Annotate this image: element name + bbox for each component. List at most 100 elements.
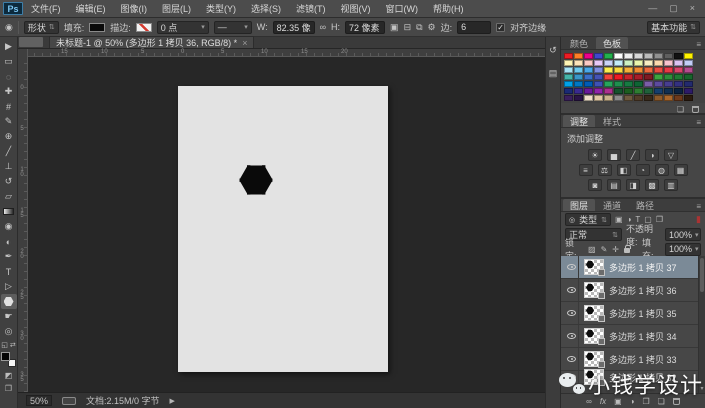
color-swatch[interactable] [614,88,623,94]
color-swatch[interactable] [674,74,683,80]
swap-colors-icon[interactable]: ⇄ [10,341,16,349]
color-swatch[interactable] [574,53,583,59]
layer-row[interactable]: 多边形 1 拷贝 37 [561,256,705,279]
tool-mode-select[interactable]: 形状 ⇅ [24,21,59,34]
color-swatch[interactable] [654,60,663,66]
layer-name[interactable]: 多边形 1 拷贝 36 [609,284,677,297]
color-swatch[interactable] [634,95,643,101]
color-swatch[interactable] [644,67,653,73]
color-swatch[interactable] [664,67,673,73]
selective-color-icon[interactable]: ▥ [664,179,678,191]
menu-item-2[interactable]: 图像(I) [121,2,148,15]
color-swatch[interactable] [654,81,663,87]
marquee-tool[interactable]: ▭ [1,54,17,69]
color-swatch[interactable] [664,88,673,94]
visibility-cell[interactable] [565,302,579,324]
color-swatch[interactable] [634,81,643,87]
eye-icon[interactable] [567,333,576,339]
brightness-contrast-icon[interactable]: ☀ [588,149,602,161]
color-swatch[interactable] [674,53,683,59]
blur-tool[interactable]: ◉ [1,219,17,234]
color-swatch[interactable] [634,88,643,94]
color-swatch[interactable] [684,74,693,80]
layer-thumbnail[interactable] [584,351,604,367]
healing-brush-tool[interactable]: ⊕ [1,129,17,144]
color-swatch[interactable] [684,95,693,101]
color-swatch[interactable] [684,81,693,87]
stroke-color-swatch[interactable] [136,23,152,32]
artboard[interactable] [178,86,388,372]
color-swatch[interactable] [584,88,593,94]
color-swatch[interactable] [584,67,593,73]
color-swatch[interactable] [674,60,683,66]
tab-close-icon[interactable]: × [242,38,247,48]
polygon-shape[interactable] [238,162,274,198]
eye-icon[interactable] [567,264,576,270]
posterize-icon[interactable]: ▤ [607,179,621,191]
color-swatch[interactable] [664,53,673,59]
color-swatch[interactable] [624,53,633,59]
color-swatch[interactable] [674,67,683,73]
hand-tool[interactable]: ☛ [1,309,17,324]
channel-mixer-icon[interactable]: ◍ [655,164,669,176]
color-swatch[interactable] [564,60,573,66]
visibility-cell[interactable] [565,256,579,278]
visibility-cell[interactable] [565,279,579,301]
color-swatch[interactable] [594,67,603,73]
menu-item-5[interactable]: 选择(S) [251,2,281,15]
color-swatch[interactable] [614,81,623,87]
menu-item-8[interactable]: 窗口(W) [386,2,419,15]
zoom-level-field[interactable]: 50% [26,395,52,406]
color-swatch[interactable] [644,81,653,87]
color-swatch[interactable] [584,53,593,59]
color-swatch[interactable] [574,67,583,73]
workspace-select[interactable]: 基本功能 ⇅ [647,21,700,34]
swatches-tab-1[interactable]: 色板 [596,37,628,49]
threshold-icon[interactable]: ◨ [626,179,640,191]
color-swatch[interactable] [634,74,643,80]
crop-tool[interactable]: # [1,99,17,114]
layers-tab-0[interactable]: 图层 [563,199,595,211]
type-tool[interactable]: T [1,264,17,279]
dodge-tool[interactable]: ◐ [1,234,17,249]
color-swatch[interactable] [604,95,613,101]
move-tool[interactable]: ▶ [1,39,17,54]
color-swatch[interactable] [624,95,633,101]
document-tab[interactable]: 未标题-1 @ 50% (多边形 1 拷贝 36, RGB/8) * × [49,36,254,48]
color-swatch[interactable] [614,53,623,59]
color-swatch[interactable] [664,74,673,80]
color-swatch[interactable] [654,88,663,94]
shape-height-field[interactable]: 72 像素 [345,21,385,34]
menu-item-0[interactable]: 文件(F) [31,2,61,15]
color-swatch[interactable] [574,60,583,66]
filter-kind-select[interactable]: ◎ 类型 ⇅ [565,213,611,226]
color-swatch[interactable] [624,74,633,80]
gradient-map-icon[interactable]: ▩ [645,179,659,191]
photo-filter-icon[interactable]: ◔ [636,164,650,176]
filter-pixel-icon[interactable]: ▣ [615,215,623,224]
eye-icon[interactable] [567,287,576,293]
color-swatch[interactable] [584,81,593,87]
color-swatch[interactable] [674,88,683,94]
color-swatch[interactable] [604,88,613,94]
layer-thumbnail[interactable] [584,328,604,344]
invert-icon[interactable]: ◙ [588,179,602,191]
layer-name[interactable]: 多边形 1 拷贝 37 [609,261,677,274]
polygon-sides-field[interactable]: 6 [457,21,491,34]
layer-name[interactable]: 多边形 1 拷贝 35 [609,307,677,320]
menu-item-7[interactable]: 视图(V) [341,2,371,15]
color-swatch[interactable] [574,88,583,94]
lock-transparent-icon[interactable]: ▨ [588,245,596,254]
color-swatch[interactable] [614,95,623,101]
color-swatch[interactable] [574,95,583,101]
fill-opacity-select[interactable]: 100% ▾ [665,243,701,256]
color-swatch[interactable] [594,81,603,87]
color-swatch[interactable] [644,53,653,59]
color-swatch[interactable] [584,60,593,66]
stroke-width-select[interactable]: 0 点 ▾ [157,21,209,34]
color-swatch[interactable] [664,81,673,87]
eyedropper-tool[interactable]: ✎ [1,114,17,129]
color-swatch[interactable] [584,74,593,80]
color-swatch[interactable] [644,60,653,66]
panel-menu-icon[interactable]: ≡ [696,202,701,211]
